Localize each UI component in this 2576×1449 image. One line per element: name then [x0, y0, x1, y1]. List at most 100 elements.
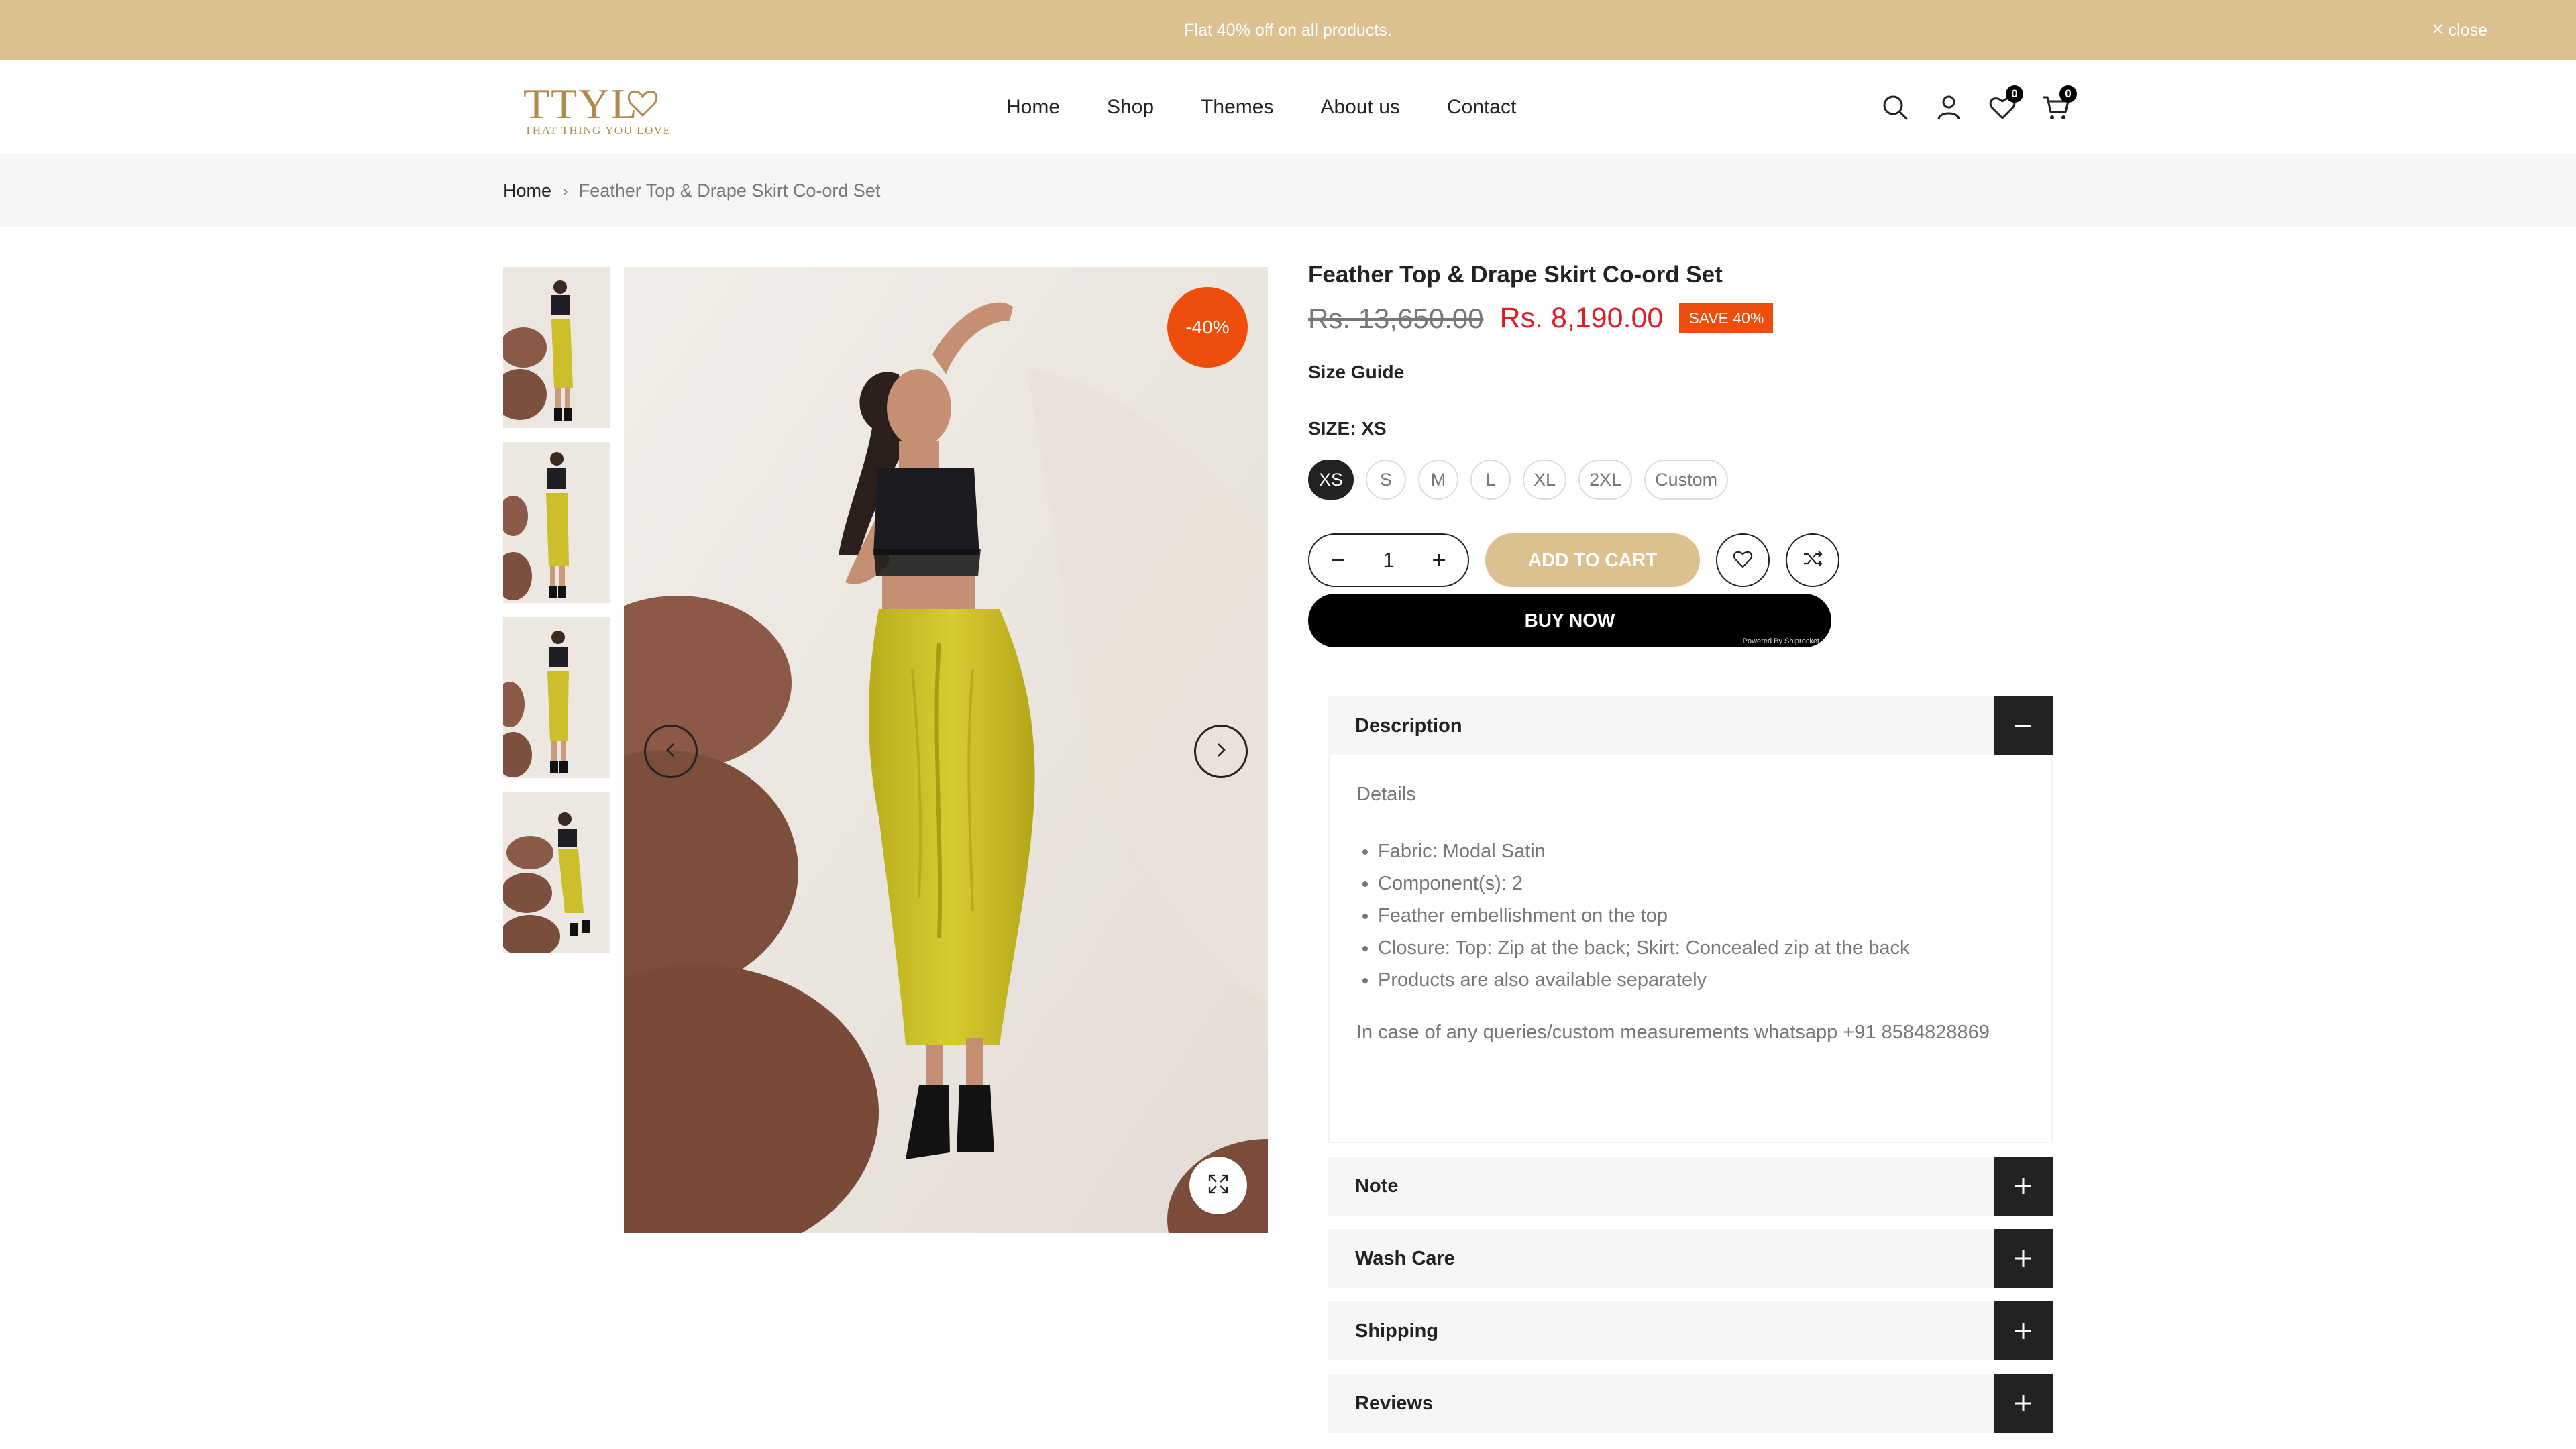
- minus-icon[interactable]: [1328, 550, 1348, 570]
- price-row: Rs. 13,650.00 Rs. 8,190.00 SAVE 40%: [1308, 302, 2053, 335]
- list-item: Feather embellishment on the top: [1378, 900, 2025, 932]
- wishlist-count-badge: 0: [2006, 85, 2023, 103]
- product-photo: [624, 267, 1268, 1233]
- account-icon[interactable]: [1933, 92, 1964, 123]
- discount-badge: -40%: [1167, 287, 1248, 368]
- chevron-left-icon: [661, 740, 681, 763]
- plus-icon[interactable]: [1429, 550, 1449, 570]
- next-image-button[interactable]: [1194, 724, 1248, 778]
- shuffle-icon: [1801, 547, 1824, 574]
- breadcrumb-bar: Home › Feather Top & Drape Skirt Co-ord …: [0, 154, 2576, 227]
- product-main-image: -40%: [624, 267, 1268, 1233]
- thumbnail-list: [503, 267, 610, 967]
- nav-contact[interactable]: Contact: [1447, 96, 1516, 119]
- main-nav: Home Shop Themes About us Contact: [1006, 60, 1516, 154]
- accordion-title: Wash Care: [1355, 1247, 1455, 1269]
- previous-image-button[interactable]: [644, 724, 698, 778]
- thumbnail-4[interactable]: [503, 792, 610, 953]
- size-label: SIZE: XS: [1308, 418, 1387, 439]
- accordion-title: Shipping: [1355, 1320, 1439, 1342]
- accordion-title: Reviews: [1355, 1392, 1434, 1414]
- size-option-xs[interactable]: XS: [1308, 460, 1354, 500]
- sale-price: Rs. 8,190.00: [1499, 302, 1664, 334]
- list-item: Component(s): 2: [1378, 867, 2025, 900]
- accordion-wash-care: Wash Care: [1328, 1229, 2053, 1288]
- size-option-s[interactable]: S: [1366, 460, 1407, 500]
- breadcrumb-current: Feather Top & Drape Skirt Co-ord Set: [578, 180, 881, 201]
- breadcrumb-separator: ›: [562, 180, 568, 201]
- size-option-l[interactable]: L: [1470, 460, 1511, 500]
- accordion-header-note[interactable]: Note: [1328, 1157, 2053, 1216]
- details-list: Fabric: Modal Satin Component(s): 2 Feat…: [1356, 835, 2025, 996]
- accordion-title: Note: [1355, 1175, 1399, 1197]
- zoom-button[interactable]: [1189, 1157, 1247, 1214]
- size-option-custom[interactable]: Custom: [1644, 460, 1729, 500]
- powered-by-label: Powered By Shiprocket: [1742, 637, 1819, 645]
- list-item: Products are also available separately: [1378, 964, 2025, 996]
- announcement-bar: Flat 40% off on all products. close: [0, 0, 2576, 60]
- accordion-title: Description: [1355, 714, 1462, 737]
- close-label: close: [2448, 21, 2487, 40]
- accordion-shipping: Shipping: [1328, 1301, 2053, 1360]
- product-info: Feather Top & Drape Skirt Co-ord Set Rs.…: [1308, 262, 2053, 647]
- add-to-cart-button[interactable]: ADD TO CART: [1485, 533, 1700, 587]
- thumbnail-1[interactable]: [503, 267, 610, 428]
- cart-row: 1 ADD TO CART: [1308, 533, 2053, 587]
- brand-logo[interactable]: TTYL THAT THING YOU LOVE: [523, 78, 678, 138]
- cart-icon[interactable]: 0: [2041, 85, 2077, 123]
- save-badge: SAVE 40%: [1679, 303, 1774, 333]
- accordion-description: Description Details Fabric: Modal Satin …: [1328, 696, 2053, 1143]
- nav-shop[interactable]: Shop: [1107, 96, 1154, 119]
- nav-home[interactable]: Home: [1006, 96, 1060, 119]
- accordion-body-description: Details Fabric: Modal Satin Component(s)…: [1328, 755, 2053, 1143]
- list-item: Closure: Top: Zip at the back; Skirt: Co…: [1378, 932, 2025, 964]
- size-options: XS S M L XL 2XL Custom: [1308, 460, 2053, 500]
- accordion-reviews: Reviews: [1328, 1374, 2053, 1433]
- chevron-right-icon: [1211, 740, 1231, 763]
- size-option-m[interactable]: M: [1418, 460, 1459, 500]
- expand-icon: [1207, 1173, 1230, 1199]
- accordion-header-wash-care[interactable]: Wash Care: [1328, 1229, 2053, 1288]
- nav-about-us[interactable]: About us: [1320, 96, 1399, 119]
- wishlist-icon[interactable]: 0: [1987, 85, 2023, 123]
- product-accordions: Description Details Fabric: Modal Satin …: [1328, 696, 2053, 1446]
- size-option-2xl[interactable]: 2XL: [1578, 460, 1633, 500]
- breadcrumb-home-link[interactable]: Home: [503, 180, 551, 201]
- compare-button[interactable]: [1786, 533, 1839, 587]
- announcement-text: Flat 40% off on all products.: [1184, 21, 1392, 40]
- accordion-header-description[interactable]: Description: [1328, 696, 2053, 755]
- minus-icon[interactable]: [1994, 696, 2053, 755]
- details-note: In case of any queries/custom measuremen…: [1356, 1022, 1990, 1043]
- search-icon[interactable]: [1880, 92, 1911, 123]
- announcement-close-button[interactable]: close: [2431, 0, 2487, 60]
- svg-text:THAT THING YOU LOVE: THAT THING YOU LOVE: [525, 124, 671, 137]
- plus-icon[interactable]: [1994, 1157, 2053, 1216]
- quantity-stepper: 1: [1308, 533, 1469, 587]
- close-icon: [2431, 0, 2445, 60]
- details-heading: Details: [1356, 784, 1416, 805]
- thumbnail-3[interactable]: [503, 617, 610, 778]
- accordion-header-shipping[interactable]: Shipping: [1328, 1301, 2053, 1360]
- thumbnail-2[interactable]: [503, 442, 610, 603]
- plus-icon[interactable]: [1994, 1229, 2053, 1288]
- compare-at-price: Rs. 13,650.00: [1308, 302, 1484, 334]
- nav-themes[interactable]: Themes: [1201, 96, 1273, 119]
- heart-icon: [1731, 547, 1754, 574]
- accordion-header-reviews[interactable]: Reviews: [1328, 1374, 2053, 1433]
- size-option-xl[interactable]: XL: [1523, 460, 1567, 500]
- accordion-note: Note: [1328, 1157, 2053, 1216]
- buy-now-button[interactable]: BUY NOW Powered By Shiprocket: [1308, 594, 1831, 647]
- size-guide-link[interactable]: Size Guide: [1308, 362, 1404, 383]
- breadcrumb: Home › Feather Top & Drape Skirt Co-ord …: [503, 154, 880, 227]
- buy-now-label: BUY NOW: [1524, 610, 1615, 631]
- list-item: Fabric: Modal Satin: [1378, 835, 2025, 867]
- site-header: TTYL THAT THING YOU LOVE Home Shop Theme…: [0, 60, 2576, 154]
- plus-icon[interactable]: [1994, 1374, 2053, 1433]
- quantity-input[interactable]: 1: [1383, 548, 1394, 572]
- header-icons: 0 0: [1880, 60, 2077, 154]
- plus-icon[interactable]: [1994, 1301, 2053, 1360]
- cart-count-badge: 0: [2059, 85, 2077, 103]
- add-to-wishlist-button[interactable]: [1716, 533, 1770, 587]
- svg-text:TTYL: TTYL: [523, 80, 639, 127]
- product-title: Feather Top & Drape Skirt Co-ord Set: [1308, 262, 1723, 288]
